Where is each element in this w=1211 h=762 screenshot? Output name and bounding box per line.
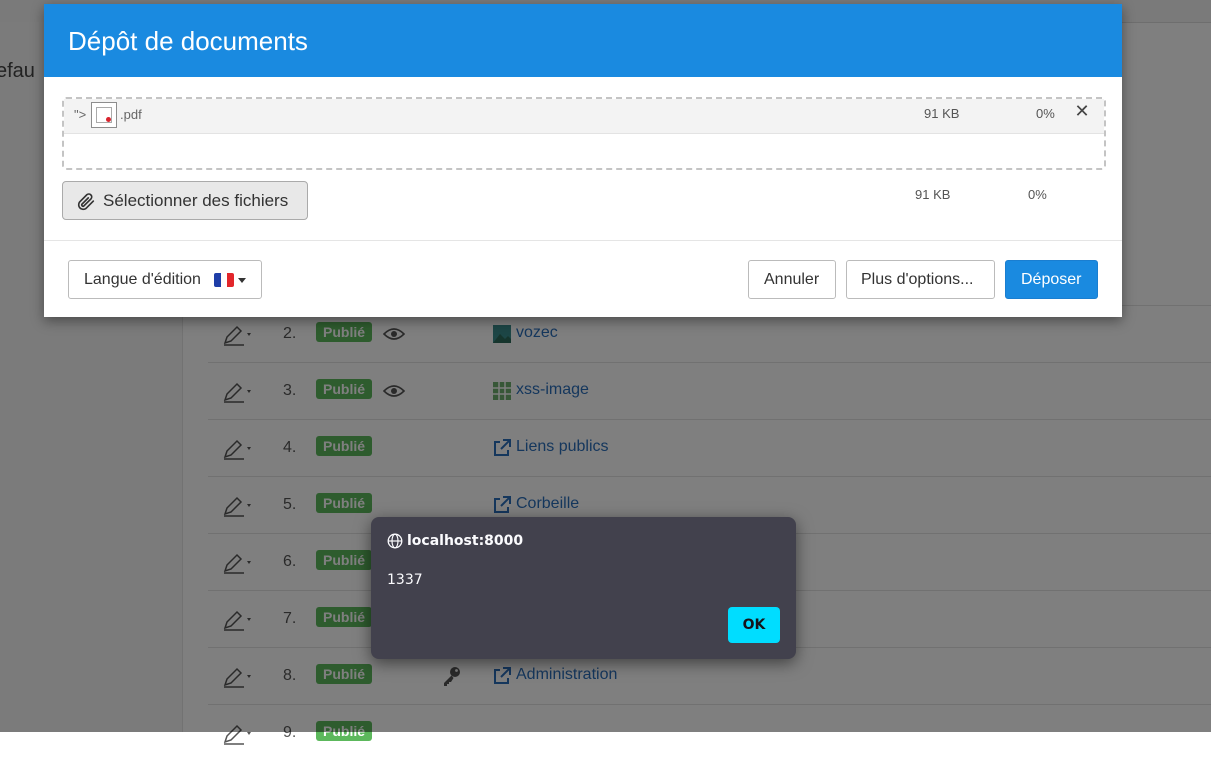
alert-origin: localhost:8000 xyxy=(407,533,524,549)
file-name-extension: .pdf xyxy=(120,107,142,122)
caret-down-icon xyxy=(238,278,246,283)
globe-icon xyxy=(387,533,403,549)
browser-alert-dialog: localhost:8000 1337 OK xyxy=(371,517,796,659)
submit-label: Déposer xyxy=(1021,271,1082,288)
broken-image-icon xyxy=(91,102,117,128)
file-size: 91 KB xyxy=(924,106,960,121)
file-dropzone[interactable]: "> .pdf 91 KB 0% ✕ xyxy=(62,97,1106,170)
select-files-button[interactable]: Sélectionner des fichiers xyxy=(62,181,308,220)
more-options-label: Plus d'options... xyxy=(861,271,974,288)
french-flag-icon xyxy=(214,273,234,287)
remove-file-close-icon[interactable]: ✕ xyxy=(1072,101,1092,123)
modal-header: Dépôt de documents xyxy=(44,4,1122,77)
total-size: 91 KB xyxy=(915,187,951,202)
cancel-label: Annuler xyxy=(764,271,820,288)
file-row: "> .pdf 91 KB 0% ✕ xyxy=(64,99,1104,134)
total-progress: 0% xyxy=(1028,187,1047,202)
language-dropdown-button[interactable]: Langue d'édition xyxy=(68,260,262,299)
select-files-label: Sélectionner des fichiers xyxy=(103,191,289,210)
modal-title: Dépôt de documents xyxy=(68,26,308,56)
more-options-button[interactable]: Plus d'options... xyxy=(846,260,995,299)
cancel-button[interactable]: Annuler xyxy=(748,260,836,299)
alert-ok-button[interactable]: OK xyxy=(728,607,780,643)
language-label: Langue d'édition xyxy=(84,271,201,288)
file-progress: 0% xyxy=(1036,106,1055,121)
submit-button[interactable]: Déposer xyxy=(1005,260,1098,299)
modal-footer: Langue d'édition Annuler Plus d'options.… xyxy=(44,240,1122,318)
paperclip-icon xyxy=(77,193,95,211)
alert-message: 1337 xyxy=(387,572,423,588)
file-name-prefix: "> xyxy=(74,107,87,122)
upload-modal: Dépôt de documents "> .pdf 91 KB 0% ✕ Sé… xyxy=(44,4,1122,317)
